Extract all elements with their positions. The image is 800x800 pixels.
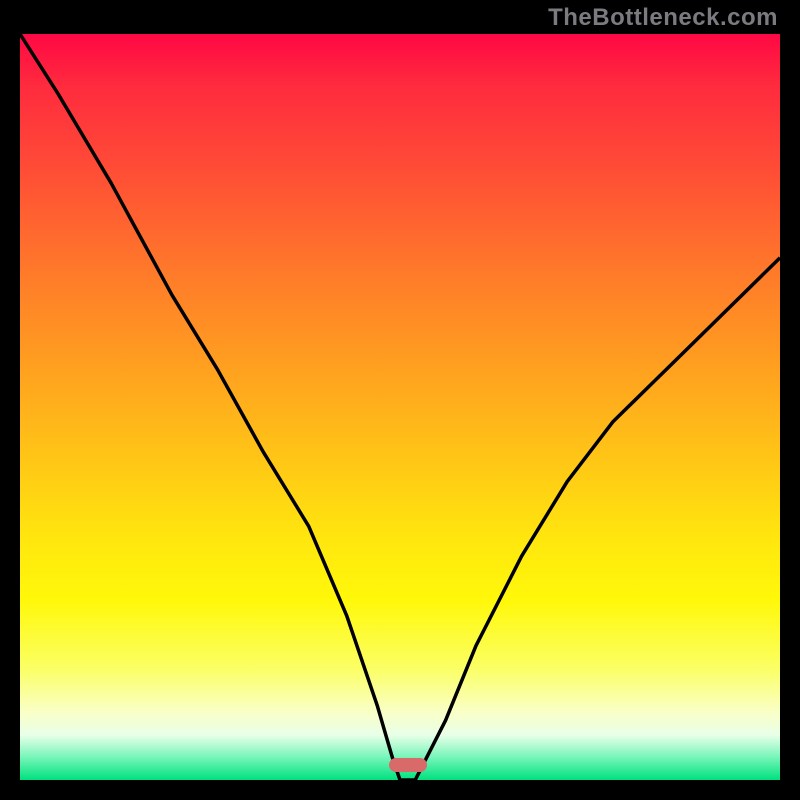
watermark-text: TheBottleneck.com: [548, 4, 778, 32]
plot-area: [20, 34, 780, 780]
chart-frame: TheBottleneck.com: [0, 0, 800, 800]
optimal-marker: [389, 758, 427, 772]
bottleneck-curve: [20, 34, 780, 780]
